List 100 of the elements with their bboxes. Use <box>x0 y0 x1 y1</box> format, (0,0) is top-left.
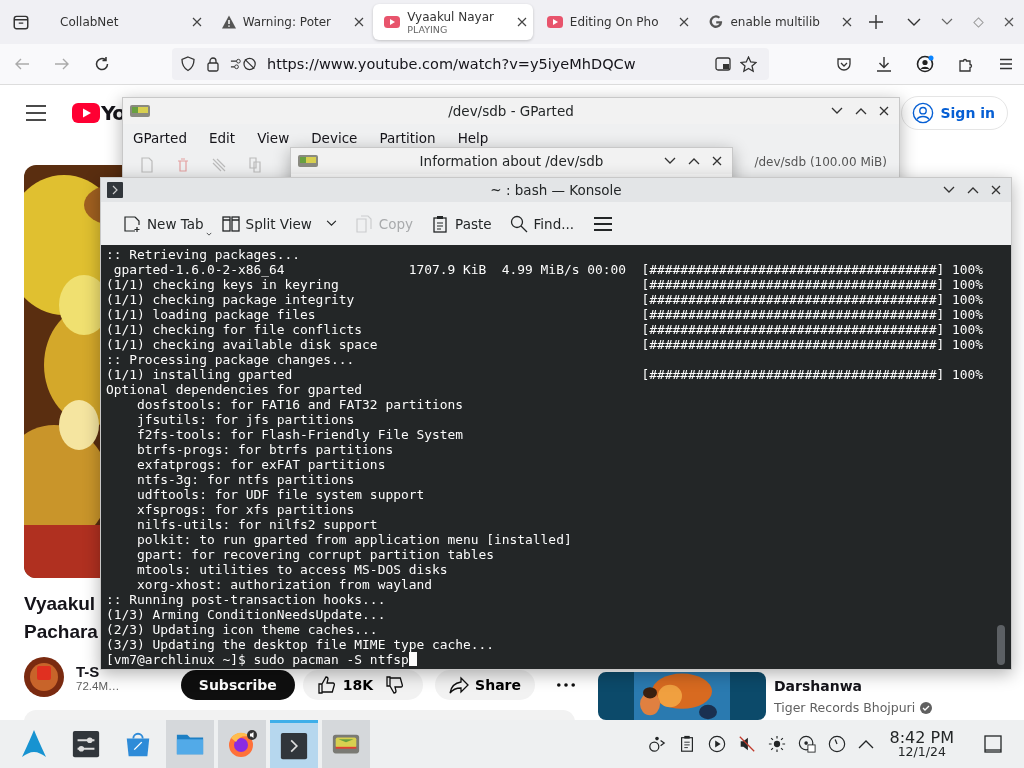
pocket-icon[interactable] <box>836 56 852 72</box>
taskbar-item[interactable] <box>270 720 318 768</box>
terminal-line: (1/1) loading package files <box>106 307 317 322</box>
more-icon[interactable] <box>557 683 575 687</box>
share-button[interactable]: Share <box>435 670 535 700</box>
terminal-line: Optional dependencies for gparted <box>106 382 363 397</box>
subscribe-button[interactable]: Subscribe <box>180 670 295 700</box>
channel-avatar[interactable] <box>24 657 64 697</box>
address-bar[interactable]: https://www.youtube.com/watch?v=y5iyeMhDQCw <box>172 48 769 80</box>
close-icon[interactable] <box>679 17 690 27</box>
browser-tab[interactable]: Vyaakul Nayar PLAYING <box>373 4 533 40</box>
play-icon[interactable] <box>707 735 726 753</box>
menu-icon[interactable] <box>594 216 613 231</box>
permissions-icon[interactable] <box>230 56 258 72</box>
window-title: Information about /dev/sdb <box>419 153 604 169</box>
close-icon[interactable] <box>842 17 852 27</box>
close-icon[interactable] <box>354 17 365 27</box>
maximize-icon[interactable] <box>688 157 700 165</box>
star-icon[interactable] <box>740 55 757 73</box>
menu-icon[interactable] <box>998 56 1014 72</box>
clock-time[interactable]: 8:42 PM <box>889 729 954 746</box>
menu-item[interactable]: Edit <box>209 129 246 146</box>
letter-g-icon <box>708 14 725 30</box>
terminal-line: nilfs-utils: for nilfs2 support <box>136 517 378 532</box>
disc-icon[interactable] <box>797 735 816 753</box>
terminal-line: mtools: utilities to access MS-DOS disks <box>136 562 448 577</box>
picture-in-picture-icon[interactable] <box>715 56 731 72</box>
network-icon[interactable] <box>647 735 666 753</box>
browser-tab[interactable]: Editing On Pho <box>535 4 696 40</box>
toolbar-button[interactable]: Paste <box>425 210 498 237</box>
muted-speaker-icon[interactable] <box>737 735 756 753</box>
device-dropdown[interactable]: /dev/sdb (100.00 MiB) <box>754 155 887 169</box>
browser-tab[interactable]: enable multilib <box>698 4 858 40</box>
gauge-icon[interactable] <box>827 735 846 753</box>
account-icon[interactable] <box>916 55 934 73</box>
clock-date[interactable]: 12/1/24 <box>897 745 946 759</box>
browser-tab[interactable]: Warning: Poter <box>210 4 371 40</box>
caret-icon <box>205 231 212 236</box>
reload-icon[interactable] <box>94 56 110 72</box>
terminal-line: (2/3) Updating icon theme caches... <box>106 622 378 637</box>
progress-text: [#####################################] 100% <box>641 292 983 307</box>
menu-icon[interactable] <box>26 105 46 121</box>
minimize-icon[interactable] <box>664 157 676 165</box>
subscriber-count: 72.4M… <box>76 679 120 692</box>
video-title: Vyaakul <box>24 592 96 616</box>
terminal-line: dosfstools: for FAT16 and FAT32 partitions <box>136 397 463 412</box>
sign-in-button[interactable]: Sign in <box>901 96 1008 130</box>
menu-item[interactable]: Help <box>457 129 499 146</box>
close-icon[interactable] <box>879 106 889 116</box>
close-icon[interactable] <box>991 185 1001 196</box>
video-title[interactable]: Darshanwa <box>774 678 933 694</box>
menu-item[interactable]: Partition <box>379 129 446 146</box>
new-tab-icon[interactable] <box>869 15 883 29</box>
minimize-icon[interactable] <box>941 18 953 26</box>
maximize-icon[interactable] <box>967 186 979 195</box>
download-icon[interactable] <box>876 56 892 72</box>
menu-item[interactable]: Device <box>311 129 368 146</box>
toolbar-button[interactable]: Split View <box>215 210 343 237</box>
progress-text: [#####################################] 100% <box>641 322 983 337</box>
minimize-icon[interactable] <box>831 107 843 115</box>
terminal-line: (1/1) checking package integrity <box>106 292 356 307</box>
terminal-line: udftools: for UDF file system support <box>136 487 425 502</box>
like-button[interactable]: 18K <box>302 670 424 700</box>
terminal-line: exfatprogs: for exFAT partitions <box>136 457 386 472</box>
extensions-icon[interactable] <box>958 56 974 72</box>
progress-text: [#####################################] 100% <box>641 307 983 322</box>
close-icon[interactable] <box>191 17 202 27</box>
channel-name[interactable]: T-S <box>76 662 100 680</box>
lock-icon[interactable] <box>205 56 221 72</box>
menu-item[interactable]: View <box>257 129 300 146</box>
terminal-line: xorg-xhost: authorization from wayland <box>136 577 432 592</box>
progress-text: [#####################################] 100% <box>641 277 983 292</box>
terminal-line: (1/1) installing gparted <box>106 367 294 382</box>
show-desktop-icon[interactable] <box>984 735 1002 753</box>
progress-text: [#####################################] 100% <box>641 367 983 382</box>
thumbs-down-icon[interactable] <box>385 675 406 695</box>
close-icon[interactable] <box>712 156 722 166</box>
shield-icon[interactable] <box>180 56 196 72</box>
terminal-line: ntfs-3g: for ntfs partitions <box>136 472 355 487</box>
maximize-icon[interactable] <box>855 107 867 115</box>
play-icon <box>383 14 402 30</box>
terminal-line: :: Running post-transaction hooks... <box>106 592 386 607</box>
new-tab-icon <box>123 214 141 233</box>
toolbar-button[interactable]: Find... <box>503 210 581 237</box>
minimize-icon[interactable] <box>943 186 955 195</box>
toolbar-button[interactable]: New Tab <box>117 210 210 237</box>
verified-icon <box>920 701 933 714</box>
terminal-line: (1/1) checking keys in keyring <box>106 277 340 292</box>
chevron-down-icon[interactable] <box>907 18 921 26</box>
clipboard-icon <box>431 214 450 233</box>
menu-item[interactable]: GParted <box>133 129 197 146</box>
close-icon[interactable] <box>516 17 527 27</box>
close-icon[interactable] <box>1004 17 1014 27</box>
taskbar-item[interactable] <box>218 720 266 768</box>
browser-tab[interactable]: CollabNet <box>48 4 208 40</box>
scrollbar-thumb[interactable] <box>997 625 1005 665</box>
tab-list-icon[interactable] <box>12 13 30 31</box>
brightness-icon[interactable] <box>767 735 786 753</box>
share-icon <box>449 675 470 695</box>
chevron-up-icon[interactable] <box>857 739 874 749</box>
